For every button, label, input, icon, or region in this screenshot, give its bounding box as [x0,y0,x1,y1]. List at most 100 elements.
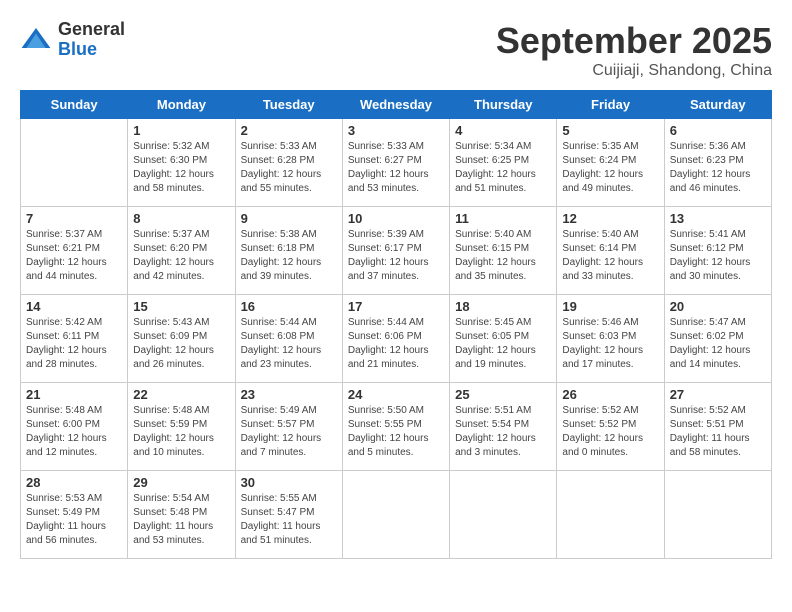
day-number: 24 [348,387,444,402]
weekday-header-friday: Friday [557,91,664,119]
cell-content: Sunrise: 5:48 AM Sunset: 6:00 PM Dayligh… [26,404,122,460]
cell-content: Sunrise: 5:52 AM Sunset: 5:52 PM Dayligh… [562,404,658,460]
day-number: 6 [670,123,766,138]
calendar-cell: 1 Sunrise: 5:32 AM Sunset: 6:30 PM Daylig… [128,119,235,207]
cell-content: Sunrise: 5:42 AM Sunset: 6:11 PM Dayligh… [26,316,122,372]
day-number: 25 [455,387,551,402]
calendar-cell: 2 Sunrise: 5:33 AM Sunset: 6:28 PM Daylig… [235,119,342,207]
calendar-cell: 30Sunrise: 5:55 AM Sunset: 5:47 PM Dayli… [235,471,342,559]
week-row-3: 14 Sunrise: 5:42 AM Sunset: 6:11 PM Dayli… [21,295,772,383]
day-number: 3 [348,123,444,138]
calendar-cell: 26 Sunrise: 5:52 AM Sunset: 5:52 PM Dayli… [557,383,664,471]
day-number: 8 [133,211,229,226]
day-number: 23 [241,387,337,402]
day-number: 17 [348,299,444,314]
calendar-cell [21,119,128,207]
cell-content: Sunrise: 5:37 AM Sunset: 6:20 PM Dayligh… [133,228,229,284]
day-number: 1 [133,123,229,138]
calendar-cell [342,471,449,559]
calendar-cell: 23 Sunrise: 5:49 AM Sunset: 5:57 PM Dayli… [235,383,342,471]
calendar-cell: 14 Sunrise: 5:42 AM Sunset: 6:11 PM Dayli… [21,295,128,383]
day-number: 22 [133,387,229,402]
week-row-4: 21Sunrise: 5:48 AM Sunset: 6:00 PM Dayli… [21,383,772,471]
weekday-header-wednesday: Wednesday [342,91,449,119]
calendar-cell: 3 Sunrise: 5:33 AM Sunset: 6:27 PM Daylig… [342,119,449,207]
calendar-cell: 21Sunrise: 5:48 AM Sunset: 6:00 PM Dayli… [21,383,128,471]
calendar-cell: 25 Sunrise: 5:51 AM Sunset: 5:54 PM Dayli… [450,383,557,471]
calendar-cell [450,471,557,559]
cell-content: Sunrise: 5:34 AM Sunset: 6:25 PM Dayligh… [455,140,551,196]
day-number: 16 [241,299,337,314]
calendar-cell: 8 Sunrise: 5:37 AM Sunset: 6:20 PM Daylig… [128,207,235,295]
title-block: September 2025 Cuijiaji, Shandong, China [496,20,772,80]
cell-content: Sunrise: 5:36 AM Sunset: 6:23 PM Dayligh… [670,140,766,196]
calendar-cell: 16 Sunrise: 5:44 AM Sunset: 6:08 PM Dayli… [235,295,342,383]
calendar-cell: 15Sunrise: 5:43 AM Sunset: 6:09 PM Dayli… [128,295,235,383]
weekday-header-monday: Monday [128,91,235,119]
day-number: 2 [241,123,337,138]
calendar-cell: 20 Sunrise: 5:47 AM Sunset: 6:02 PM Dayli… [664,295,771,383]
week-row-1: 1 Sunrise: 5:32 AM Sunset: 6:30 PM Daylig… [21,119,772,207]
day-number: 26 [562,387,658,402]
cell-content: Sunrise: 5:37 AM Sunset: 6:21 PM Dayligh… [26,228,122,284]
calendar-cell: 13 Sunrise: 5:41 AM Sunset: 6:12 PM Dayli… [664,207,771,295]
day-number: 9 [241,211,337,226]
cell-content: Sunrise: 5:41 AM Sunset: 6:12 PM Dayligh… [670,228,766,284]
location-subtitle: Cuijiaji, Shandong, China [496,62,772,80]
cell-content: Sunrise: 5:35 AM Sunset: 6:24 PM Dayligh… [562,140,658,196]
logo-blue-text: Blue [58,40,125,60]
calendar-cell: 7 Sunrise: 5:37 AM Sunset: 6:21 PM Daylig… [21,207,128,295]
calendar-cell: 17Sunrise: 5:44 AM Sunset: 6:06 PM Dayli… [342,295,449,383]
logo-icon [20,24,52,56]
day-number: 10 [348,211,444,226]
day-number: 5 [562,123,658,138]
cell-content: Sunrise: 5:48 AM Sunset: 5:59 PM Dayligh… [133,404,229,460]
day-number: 19 [562,299,658,314]
cell-content: Sunrise: 5:53 AM Sunset: 5:49 PM Dayligh… [26,492,122,548]
weekday-header-saturday: Saturday [664,91,771,119]
cell-content: Sunrise: 5:38 AM Sunset: 6:18 PM Dayligh… [241,228,337,284]
calendar-cell: 12 Sunrise: 5:40 AM Sunset: 6:14 PM Dayli… [557,207,664,295]
calendar-cell: 9 Sunrise: 5:38 AM Sunset: 6:18 PM Daylig… [235,207,342,295]
cell-content: Sunrise: 5:39 AM Sunset: 6:17 PM Dayligh… [348,228,444,284]
day-number: 30 [241,475,337,490]
day-number: 15 [133,299,229,314]
calendar-cell: 22 Sunrise: 5:48 AM Sunset: 5:59 PM Dayli… [128,383,235,471]
cell-content: Sunrise: 5:40 AM Sunset: 6:14 PM Dayligh… [562,228,658,284]
calendar-cell [557,471,664,559]
cell-content: Sunrise: 5:50 AM Sunset: 5:55 PM Dayligh… [348,404,444,460]
day-number: 13 [670,211,766,226]
day-number: 27 [670,387,766,402]
cell-content: Sunrise: 5:33 AM Sunset: 6:27 PM Dayligh… [348,140,444,196]
calendar-cell [664,471,771,559]
calendar-cell: 19 Sunrise: 5:46 AM Sunset: 6:03 PM Dayli… [557,295,664,383]
cell-content: Sunrise: 5:32 AM Sunset: 6:30 PM Dayligh… [133,140,229,196]
week-row-2: 7 Sunrise: 5:37 AM Sunset: 6:21 PM Daylig… [21,207,772,295]
day-number: 20 [670,299,766,314]
day-number: 14 [26,299,122,314]
cell-content: Sunrise: 5:52 AM Sunset: 5:51 PM Dayligh… [670,404,766,460]
page-header: General Blue September 2025 Cuijiaji, Sh… [20,20,772,80]
calendar-cell: 6 Sunrise: 5:36 AM Sunset: 6:23 PM Daylig… [664,119,771,207]
calendar-cell: 24 Sunrise: 5:50 AM Sunset: 5:55 PM Dayli… [342,383,449,471]
day-number: 7 [26,211,122,226]
logo-text: General Blue [58,20,125,60]
cell-content: Sunrise: 5:49 AM Sunset: 5:57 PM Dayligh… [241,404,337,460]
day-number: 28 [26,475,122,490]
calendar-cell: 29Sunrise: 5:54 AM Sunset: 5:48 PM Dayli… [128,471,235,559]
cell-content: Sunrise: 5:46 AM Sunset: 6:03 PM Dayligh… [562,316,658,372]
day-number: 12 [562,211,658,226]
cell-content: Sunrise: 5:51 AM Sunset: 5:54 PM Dayligh… [455,404,551,460]
cell-content: Sunrise: 5:44 AM Sunset: 6:08 PM Dayligh… [241,316,337,372]
month-title: September 2025 [496,20,772,62]
calendar-cell: 28 Sunrise: 5:53 AM Sunset: 5:49 PM Dayli… [21,471,128,559]
calendar-cell: 10 Sunrise: 5:39 AM Sunset: 6:17 PM Dayli… [342,207,449,295]
weekday-header-thursday: Thursday [450,91,557,119]
cell-content: Sunrise: 5:40 AM Sunset: 6:15 PM Dayligh… [455,228,551,284]
calendar-cell: 4Sunrise: 5:34 AM Sunset: 6:25 PM Daylig… [450,119,557,207]
cell-content: Sunrise: 5:47 AM Sunset: 6:02 PM Dayligh… [670,316,766,372]
logo-general-text: General [58,20,125,40]
cell-content: Sunrise: 5:33 AM Sunset: 6:28 PM Dayligh… [241,140,337,196]
day-number: 29 [133,475,229,490]
calendar-table: SundayMondayTuesdayWednesdayThursdayFrid… [20,90,772,559]
